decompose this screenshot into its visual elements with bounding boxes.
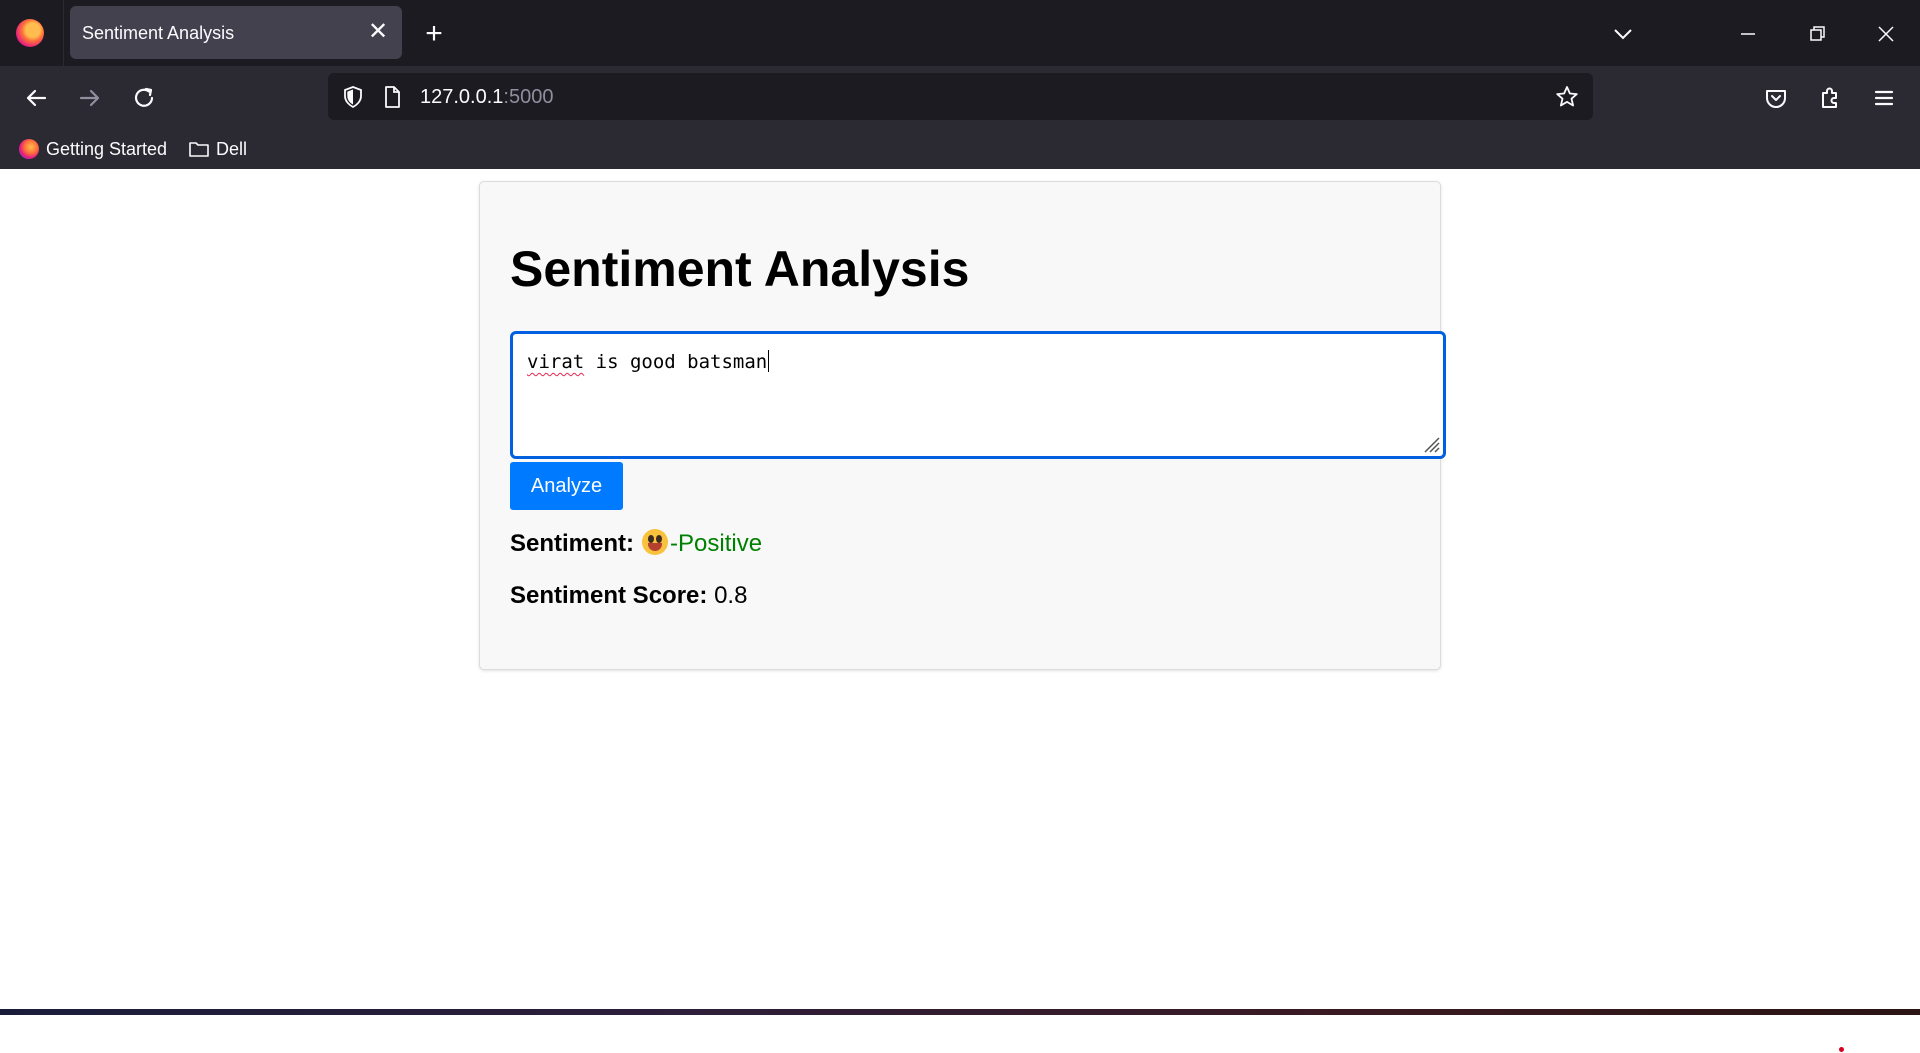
back-arrow-icon[interactable]	[19, 81, 53, 115]
grinning-face-emoji-icon	[642, 529, 669, 555]
score-value: 0.8	[714, 582, 748, 609]
textarea-value: virat is good batsman	[527, 350, 770, 373]
firefox-logo-icon[interactable]	[16, 19, 44, 47]
bookmark-label: Dell	[216, 139, 248, 159]
page-info-document-icon[interactable]	[379, 84, 405, 110]
sentiment-value: -Positive	[670, 530, 763, 557]
bookmark-getting-started[interactable]: Getting Started	[18, 137, 167, 161]
firefox-icon	[18, 138, 40, 160]
tab-title: Sentiment Analysis	[82, 23, 235, 43]
score-label: Sentiment Score:	[510, 582, 708, 609]
tab-separator	[63, 0, 64, 66]
close-window-icon[interactable]	[1870, 18, 1902, 50]
new-tab-plus-icon[interactable]: +	[418, 18, 450, 50]
sentiment-card: Sentiment Analysis virat is good batsman…	[479, 181, 1446, 670]
text-input-textarea[interactable]: virat is good batsman	[510, 331, 1446, 459]
bookmark-label: Getting Started	[46, 139, 168, 159]
pocket-icon[interactable]	[1759, 81, 1793, 115]
sentiment-result: Sentiment: -Positive	[510, 529, 762, 558]
url-bar[interactable]: 127.0.0.1:5000	[328, 73, 1593, 120]
notification-dot	[1839, 1047, 1844, 1052]
reload-icon[interactable]	[127, 81, 161, 115]
text-caret	[768, 350, 770, 372]
bookmark-folder-dell[interactable]: Dell	[188, 137, 247, 161]
analyze-button[interactable]: Analyze	[510, 462, 623, 510]
close-tab-icon[interactable]: ✕	[366, 20, 390, 44]
misspelled-word: virat	[527, 351, 585, 373]
url-text[interactable]: 127.0.0.1:5000	[420, 86, 553, 109]
extensions-puzzle-icon[interactable]	[1813, 81, 1847, 115]
list-all-tabs-chevron-icon[interactable]	[1607, 18, 1639, 50]
page-title: Sentiment Analysis	[510, 241, 970, 297]
bookmarks-toolbar: Getting Started Dell	[0, 128, 1920, 169]
url-port: :5000	[503, 86, 554, 108]
forward-arrow-icon[interactable]	[73, 81, 107, 115]
restore-icon[interactable]	[1801, 18, 1833, 50]
bookmark-star-icon[interactable]	[1554, 84, 1580, 110]
sentiment-score: Sentiment Score: 0.8	[510, 582, 747, 610]
minimize-icon[interactable]	[1732, 18, 1764, 50]
folder-icon	[188, 138, 210, 160]
tab-bar: Sentiment Analysis ✕ +	[0, 0, 1920, 66]
application-menu-hamburger-icon[interactable]	[1867, 81, 1901, 115]
textarea-value-rest: is good batsman	[584, 351, 768, 373]
navigation-bar: 127.0.0.1:5000	[0, 66, 1920, 128]
page-content: Sentiment Analysis virat is good batsman…	[0, 169, 1920, 999]
resize-handle-icon[interactable]	[1419, 432, 1441, 454]
tab-sentiment-analysis[interactable]: Sentiment Analysis ✕	[70, 6, 402, 59]
tracking-protection-shield-icon[interactable]	[340, 84, 366, 110]
sentiment-label: Sentiment:	[510, 530, 635, 557]
url-host: 127.0.0.1	[420, 86, 504, 108]
taskbar-edge-line	[0, 1009, 1920, 1015]
